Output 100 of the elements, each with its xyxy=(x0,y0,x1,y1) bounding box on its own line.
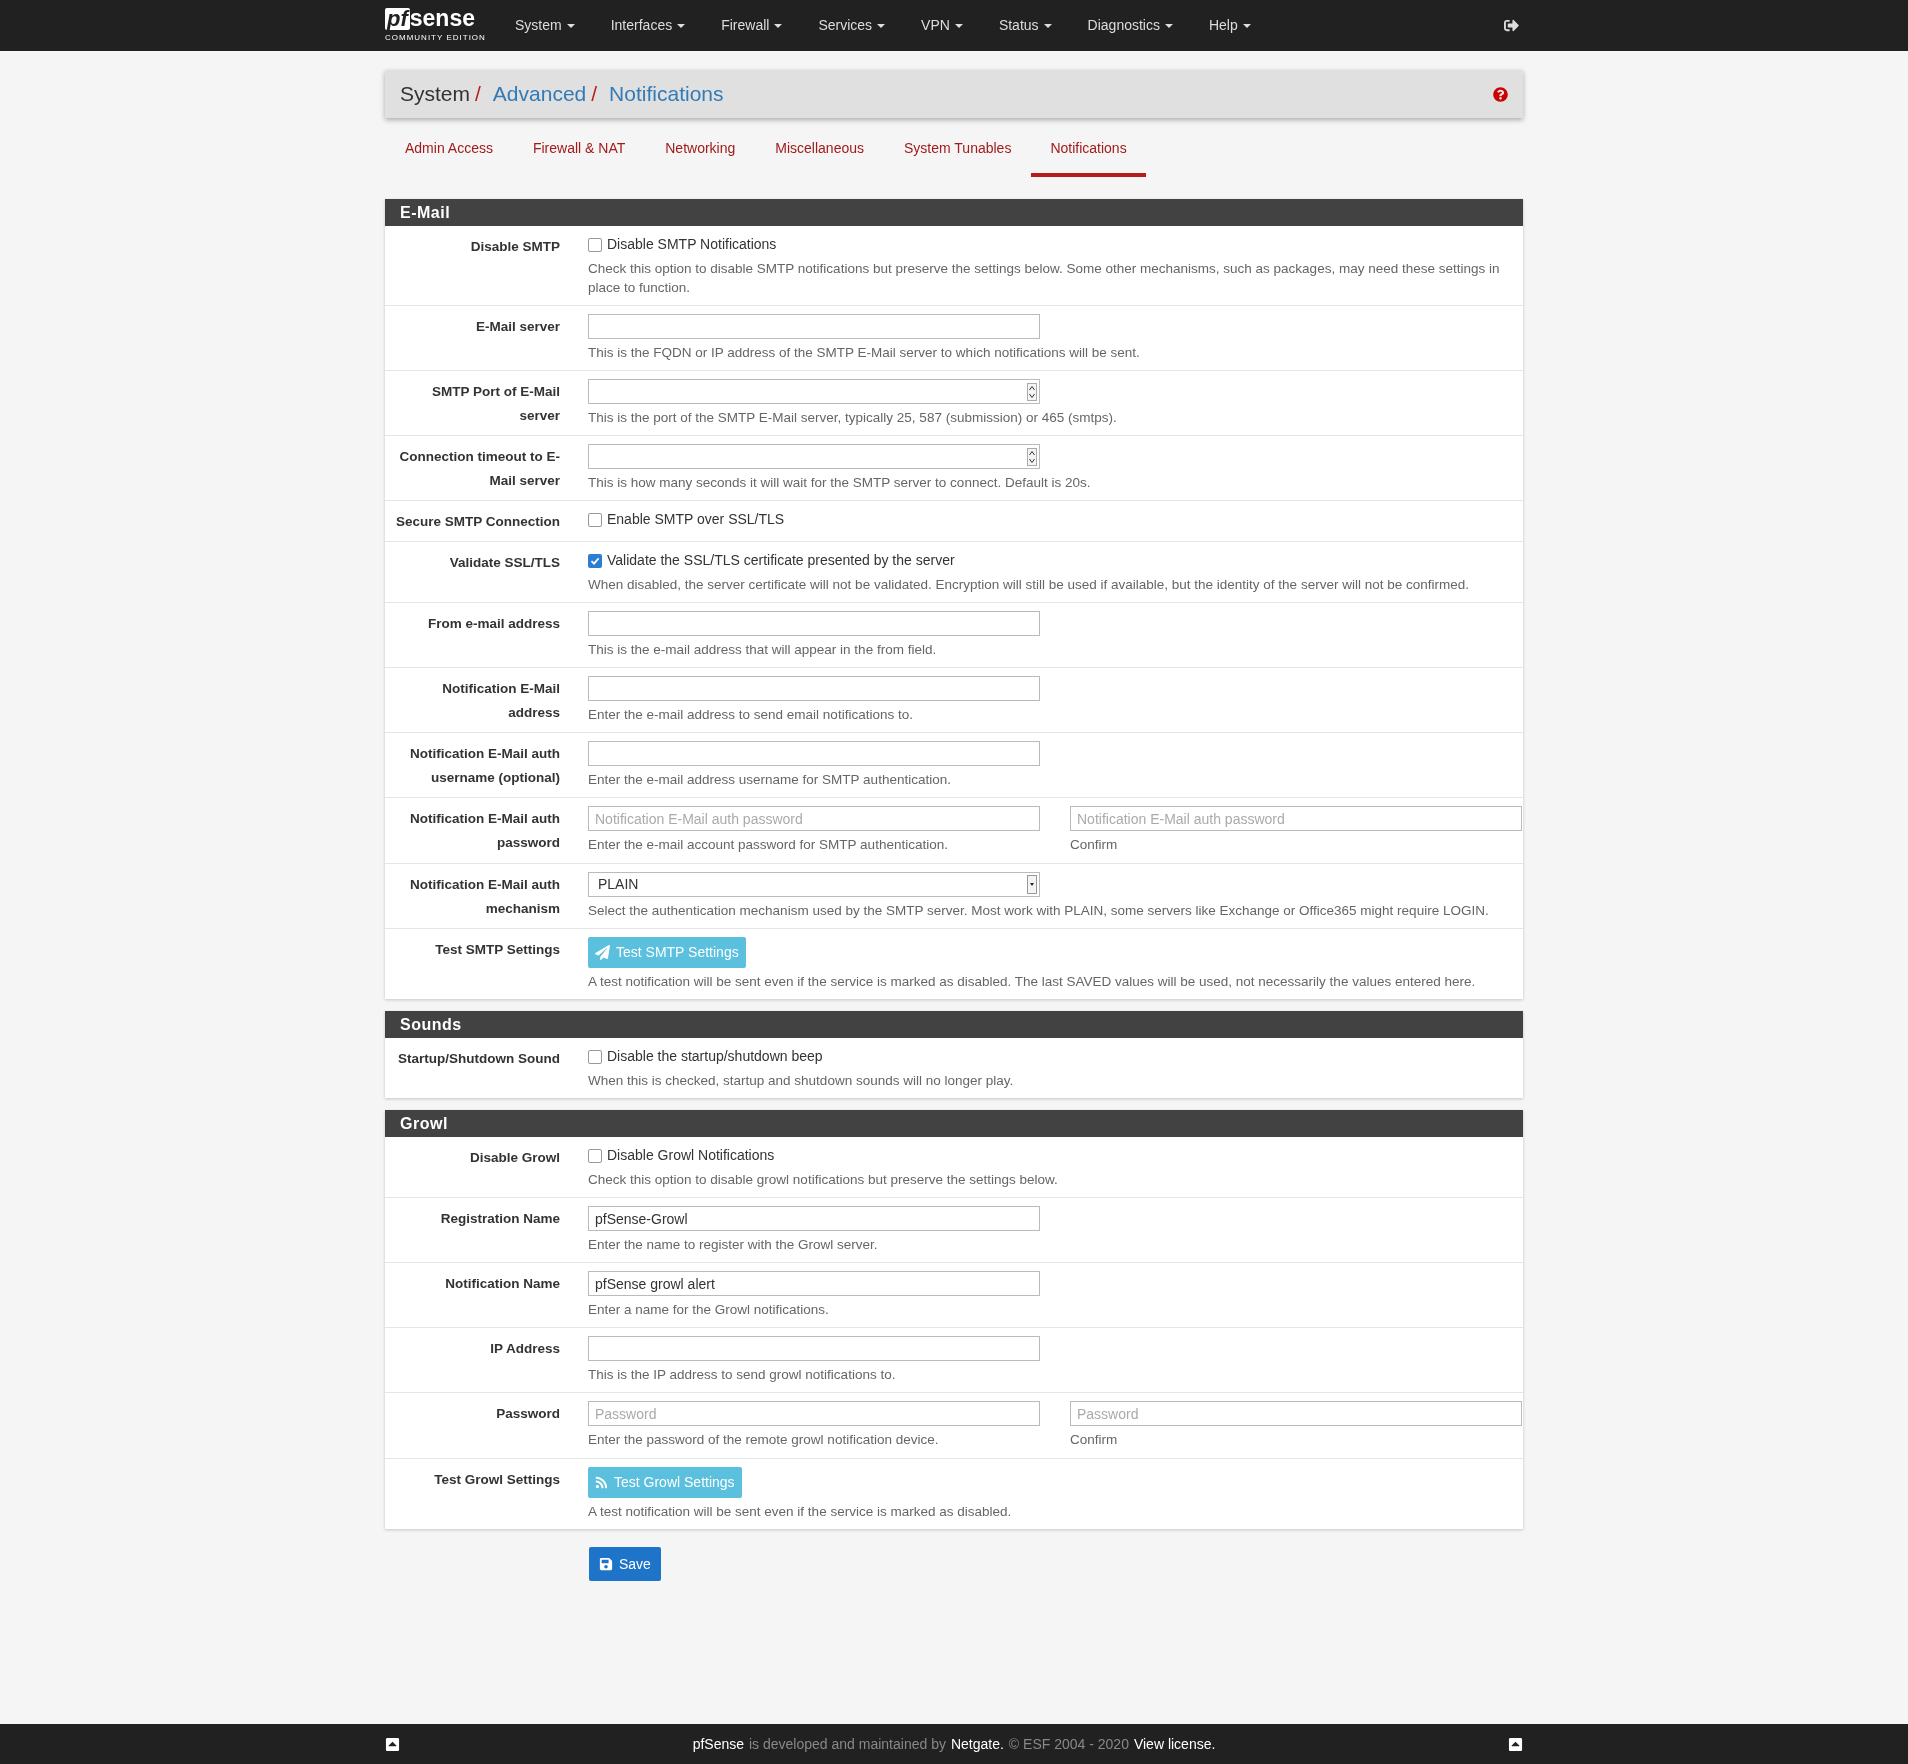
paper-plane-icon xyxy=(595,945,610,960)
field-label: IP Address xyxy=(490,1341,560,1356)
checkbox[interactable] xyxy=(588,512,602,527)
text-field[interactable] xyxy=(588,1336,1040,1361)
scroll-top-icon[interactable] xyxy=(385,1736,400,1752)
help-text: Enter a name for the Growl notifications. xyxy=(588,1301,830,1319)
rss-icon xyxy=(595,1476,608,1489)
tab[interactable]: Miscellaneous xyxy=(755,138,884,177)
caret-icon xyxy=(877,23,886,28)
caret-icon xyxy=(1043,23,1052,28)
nav-menu[interactable]: System xyxy=(515,15,575,36)
breadcrumb-separator: / xyxy=(475,81,481,108)
field-label: Validate SSL/TLS xyxy=(449,555,560,570)
help-text: Enter the e-mail address to send email notifications to. xyxy=(588,706,914,724)
checkbox[interactable] xyxy=(588,553,602,568)
nav-menu[interactable]: Help xyxy=(1208,15,1251,36)
caret-icon xyxy=(1027,875,1037,894)
caret-icon xyxy=(954,23,963,28)
help-text: When disabled, the server certificate will not be validated. Encryption will still be used if available, but the identity of the server will not be confirmed. xyxy=(588,576,1469,594)
field-label: Test SMTP Settings xyxy=(435,942,560,957)
help-text: Confirm xyxy=(1070,836,1119,854)
text-field[interactable] xyxy=(588,676,1040,701)
help-text: Enter the password of the remote growl notification device. xyxy=(588,1431,940,1449)
nav-menu[interactable]: Interfaces xyxy=(610,15,686,36)
nav-menu[interactable]: Status xyxy=(998,15,1052,36)
help-text: A test notification will be sent even if the service is marked as disabled. The last SAVED values will be used, not necessarily the values entered here. xyxy=(588,973,1476,991)
password-confirm-field[interactable]: Password xyxy=(1070,1401,1522,1426)
help-text: A test notification will be sent even if the service is marked as disabled. xyxy=(588,1503,1012,1521)
help-text: When this is checked, startup and shutdown sounds will no longer play. xyxy=(588,1072,1014,1090)
field-label: SMTP Port of E-Mail server xyxy=(432,384,560,423)
checkbox-option[interactable]: Disable Growl Notifications xyxy=(588,1145,1058,1166)
tab[interactable]: Admin Access xyxy=(385,138,513,177)
field-label: Test Growl Settings xyxy=(434,1472,560,1487)
section-header: Growl xyxy=(385,1110,1523,1137)
field-label: From e-mail address xyxy=(427,616,560,631)
tab[interactable]: Notifications xyxy=(1031,138,1146,177)
field-label: Notification E-Mail auth password xyxy=(410,811,560,850)
caret-icon xyxy=(774,23,783,28)
nav-menu[interactable]: Firewall xyxy=(721,15,783,36)
field-label: Connection timeout to E-Mail server xyxy=(399,449,560,488)
checkbox-option[interactable]: Disable the startup/shutdown beep xyxy=(588,1046,1014,1067)
field-label: Notification E-Mail auth username (optional) xyxy=(410,746,560,785)
nav-menu[interactable]: Services xyxy=(818,15,886,36)
scroll-top-icon[interactable] xyxy=(1508,1736,1523,1752)
footer-link[interactable]: pfSense xyxy=(692,1733,744,1755)
field-label: Notification E-Mail address xyxy=(442,681,560,720)
field-label: Password xyxy=(496,1406,560,1421)
help-text: Enter the e-mail address username for SMTP authentication. xyxy=(588,771,952,789)
breadcrumb-separator: / xyxy=(591,81,598,108)
help-text: This is the e-mail address that will appear in the from field. xyxy=(588,641,938,659)
save-icon xyxy=(599,1557,613,1571)
field-label: Startup/Shutdown Sound xyxy=(398,1051,560,1066)
footer-text: © ESF 2004 - 2020 xyxy=(1008,1734,1129,1754)
checkbox-option[interactable]: Enable SMTP over SSL/TLS xyxy=(588,509,785,530)
text-field[interactable] xyxy=(588,611,1040,636)
password-confirm-field[interactable]: Notification E-Mail auth password xyxy=(1070,806,1522,831)
field-label: Disable Growl xyxy=(469,1150,560,1165)
caret-icon xyxy=(1242,23,1251,28)
help-text: Enter the e-mail account password for SMTP authentication. xyxy=(588,836,949,854)
field-label: Disable SMTP xyxy=(470,239,560,254)
field-label: Notification Name xyxy=(445,1276,560,1291)
checkbox[interactable] xyxy=(588,237,602,252)
help-text: Check this option to disable SMTP notifications but preserve the settings below. Some other mechanisms, such as packages, may need these settings in place to function. xyxy=(588,260,1501,297)
logout-icon[interactable] xyxy=(1504,18,1519,33)
text-field[interactable]: pfSense growl alert xyxy=(588,1271,1040,1296)
number-field[interactable] xyxy=(588,379,1040,404)
check-icon xyxy=(590,555,600,566)
caret-icon xyxy=(1164,23,1173,28)
field-label: Notification E-Mail auth mechanism xyxy=(410,877,560,916)
footer-link[interactable]: View license. xyxy=(1133,1733,1216,1755)
field-label: E-Mail server xyxy=(475,319,560,334)
text-field[interactable]: pfSense-Growl xyxy=(588,1206,1040,1231)
checkbox-option[interactable]: Disable SMTP Notifications xyxy=(588,234,1517,255)
nav-menu[interactable]: Diagnostics xyxy=(1087,15,1173,36)
text-field[interactable] xyxy=(588,741,1040,766)
help-text: This is the FQDN or IP address of the SMTP E-Mail server to which notifications will be sent. xyxy=(588,344,1140,362)
breadcrumb-item: System xyxy=(400,81,470,108)
tab[interactable]: Firewall & NAT xyxy=(512,138,646,177)
checkbox[interactable] xyxy=(588,1049,602,1064)
help-text: Confirm xyxy=(1070,1431,1119,1449)
spinner-icon xyxy=(1027,447,1037,466)
password-field[interactable]: Notification E-Mail auth password xyxy=(588,806,1040,831)
help-text: This is the port of the SMTP E-Mail server, typically 25, 587 (submission) or 465 (smtps). xyxy=(588,409,1117,427)
caret-icon xyxy=(677,23,686,28)
checkbox[interactable] xyxy=(588,1148,602,1163)
password-field[interactable]: Password xyxy=(588,1401,1040,1426)
field-label: Registration Name xyxy=(440,1211,560,1226)
number-field[interactable] xyxy=(588,444,1040,469)
help-icon[interactable] xyxy=(1493,86,1508,102)
footer-link[interactable]: Netgate. xyxy=(950,1733,1004,1755)
tab[interactable]: Networking xyxy=(645,138,756,177)
caret-icon xyxy=(566,23,575,28)
select-field[interactable]: PLAIN xyxy=(588,872,1040,897)
checkbox-option[interactable]: Validate the SSL/TLS certificate presented by the server xyxy=(588,550,1469,571)
tab[interactable]: System Tunables xyxy=(884,138,1032,177)
save-button[interactable]: Save xyxy=(589,1547,661,1581)
nav-menu[interactable]: VPN xyxy=(921,15,963,36)
field-label: Secure SMTP Connection xyxy=(395,514,560,529)
help-text: Enter the name to register with the Growl server. xyxy=(588,1236,879,1254)
text-field[interactable] xyxy=(588,314,1040,339)
